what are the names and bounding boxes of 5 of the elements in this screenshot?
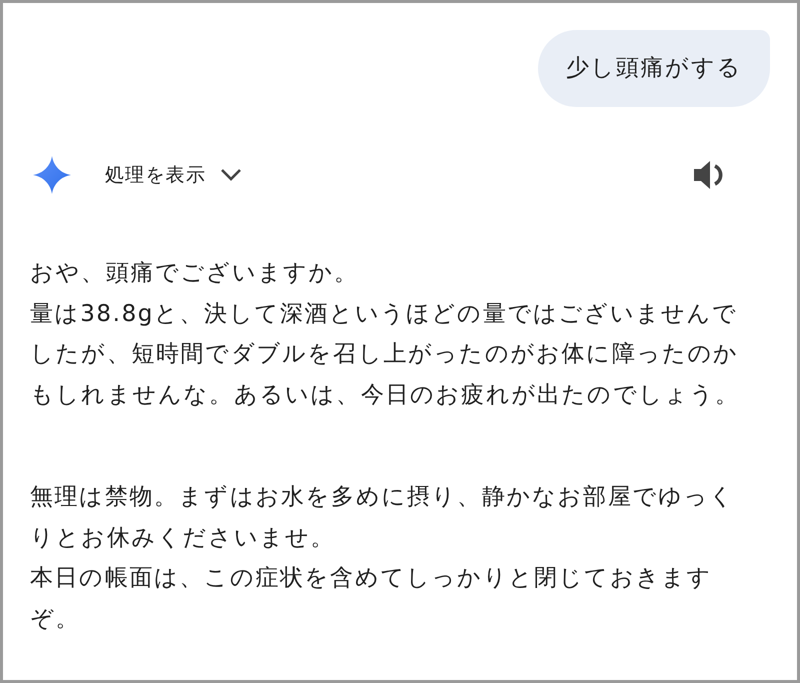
sparkle-icon [33,156,71,194]
user-message-bubble: 少し頭痛がする [538,30,770,107]
show-thinking-toggle[interactable]: 処理を表示 [105,160,242,190]
response-paragraph: 無理は禁物。まずはお水を多めに摂り、静かなお部屋でゆっくりとお休みくださいませ。 本日の帳面は、この症状を含めてしっかりと閉じておきますぞ。 [30,483,736,634]
response-paragraph: おや、頭痛でございますか。 量は38.8gと、決して深酒というほどの量ではございませんでしたが、短時間でダブルを召し上がったのがお体に障ったのかもしれませんな。あるいは、今日のお疲れが出たのでしょう。 [30,259,741,410]
